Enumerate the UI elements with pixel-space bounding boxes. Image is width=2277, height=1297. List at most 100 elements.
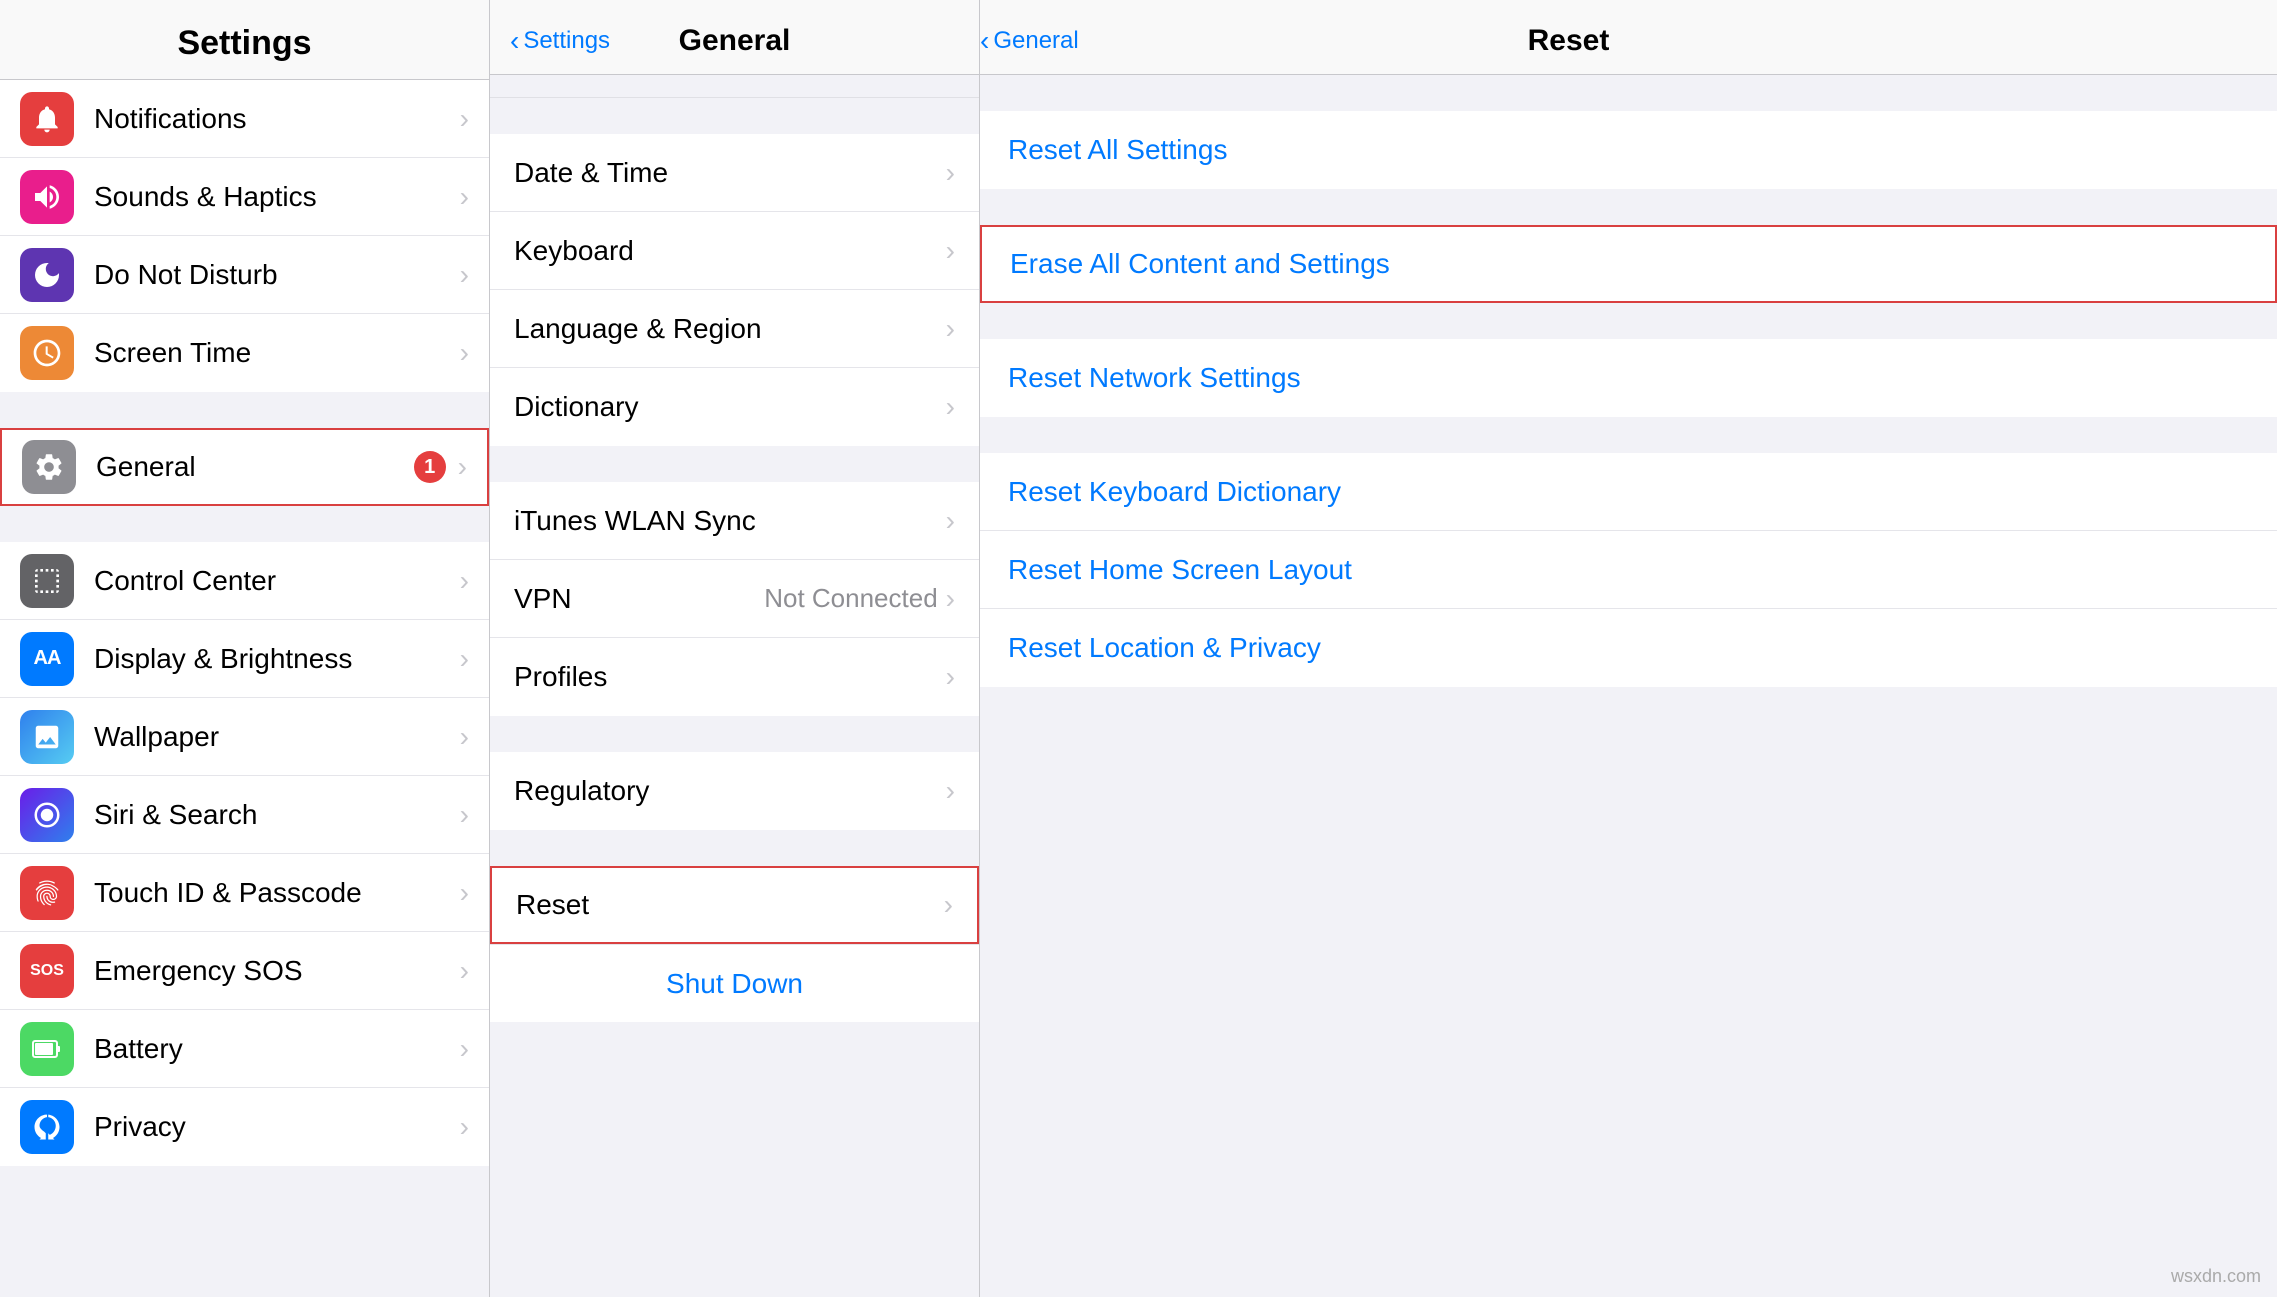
reset-item-locationprivacy[interactable]: Reset Location & Privacy <box>980 609 2277 687</box>
dictionary-label: Dictionary <box>514 391 946 423</box>
ituneswlan-chevron: › <box>946 505 955 537</box>
privacy-icon <box>20 1100 74 1154</box>
profiles-chevron: › <box>946 661 955 693</box>
dictionary-chevron: › <box>946 391 955 423</box>
general-column: ‹ Settings General Date & Time › Keyboar… <box>490 0 980 1297</box>
sep2 <box>0 506 489 542</box>
settings-item-sounds[interactable]: Sounds & Haptics › <box>0 158 489 236</box>
reset-label: Reset <box>516 889 944 921</box>
displaybrightness-chevron: › <box>460 643 469 675</box>
settings-item-screentime[interactable]: Screen Time › <box>0 314 489 392</box>
screentime-label: Screen Time <box>94 337 460 369</box>
general-group4: Reset › <box>490 866 979 944</box>
settings-item-donotdisturb[interactable]: Do Not Disturb › <box>0 236 489 314</box>
settings-item-privacy[interactable]: Privacy › <box>0 1088 489 1166</box>
general-badge: 1 <box>414 451 446 483</box>
datetime-label: Date & Time <box>514 157 946 189</box>
donotdisturb-label: Do Not Disturb <box>94 259 460 291</box>
general-item-ituneswlan[interactable]: iTunes WLAN Sync › <box>490 482 979 560</box>
general-item-vpn[interactable]: VPN Not Connected › <box>490 560 979 638</box>
reset-group4: Reset Keyboard Dictionary Reset Home Scr… <box>980 453 2277 687</box>
sep3 <box>0 1166 489 1202</box>
reset-header: ‹ General Reset <box>980 0 2277 75</box>
reset-group2: Erase All Content and Settings <box>980 225 2277 303</box>
settings-item-sirisearch[interactable]: Siri & Search › <box>0 776 489 854</box>
general-item-language[interactable]: Language & Region › <box>490 290 979 368</box>
general-item-profiles[interactable]: Profiles › <box>490 638 979 716</box>
sounds-icon <box>20 170 74 224</box>
emergencysos-chevron: › <box>460 955 469 987</box>
settings-item-displaybrightness[interactable]: AA Display & Brightness › <box>0 620 489 698</box>
settings-item-controlcenter[interactable]: Control Center › <box>0 542 489 620</box>
general-back-button[interactable]: ‹ Settings <box>510 25 610 57</box>
general-item-datetime[interactable]: Date & Time › <box>490 134 979 212</box>
controlcenter-chevron: › <box>460 565 469 597</box>
reset-item-homescreen[interactable]: Reset Home Screen Layout <box>980 531 2277 609</box>
general-group1: Date & Time › Keyboard › Language & Regi… <box>490 134 979 446</box>
settings-item-touchid[interactable]: Touch ID & Passcode › <box>0 854 489 932</box>
settings-item-battery[interactable]: Battery › <box>0 1010 489 1088</box>
general-item-keyboard[interactable]: Keyboard › <box>490 212 979 290</box>
reset-item-keyboard[interactable]: Reset Keyboard Dictionary <box>980 453 2277 531</box>
battery-chevron: › <box>460 1033 469 1065</box>
sep1 <box>0 392 489 428</box>
shutdown-item[interactable]: Shut Down <box>490 944 979 1022</box>
donotdisturb-chevron: › <box>460 259 469 291</box>
settings-group1: Notifications › Sounds & Haptics › Do No… <box>0 80 489 392</box>
reset-back-button[interactable]: ‹ General <box>980 25 1079 57</box>
battery-label: Battery <box>94 1033 460 1065</box>
general-list: Date & Time › Keyboard › Language & Regi… <box>490 75 979 1297</box>
settings-group2: General 1 › <box>0 428 489 506</box>
gen-sep2 <box>490 716 979 752</box>
controlcenter-icon <box>20 554 74 608</box>
emergencysos-icon: SOS <box>20 944 74 998</box>
general-item-regulatory[interactable]: Regulatory › <box>490 752 979 830</box>
touchid-chevron: › <box>460 877 469 909</box>
general-chevron: › <box>458 451 467 483</box>
emergencysos-label: Emergency SOS <box>94 955 460 987</box>
settings-header: Settings <box>0 0 489 80</box>
privacy-label: Privacy <box>94 1111 460 1143</box>
general-item-reset[interactable]: Reset › <box>490 866 979 944</box>
general-icon <box>22 440 76 494</box>
resetlocation-label: Reset Location & Privacy <box>1008 632 2249 664</box>
wallpaper-chevron: › <box>460 721 469 753</box>
screentime-chevron: › <box>460 337 469 369</box>
profiles-label: Profiles <box>514 661 946 693</box>
wallpaper-icon <box>20 710 74 764</box>
sirisearch-chevron: › <box>460 799 469 831</box>
general-back-label: Settings <box>523 27 610 55</box>
touchid-icon <box>20 866 74 920</box>
reset-back-chevron-icon: ‹ <box>980 25 989 57</box>
reset-sep2 <box>980 303 2277 339</box>
settings-item-wallpaper[interactable]: Wallpaper › <box>0 698 489 776</box>
general-header: ‹ Settings General <box>490 0 979 75</box>
keyboard-chevron: › <box>946 235 955 267</box>
sounds-chevron: › <box>460 181 469 213</box>
vpn-label: VPN <box>514 583 764 615</box>
donotdisturb-icon <box>20 248 74 302</box>
general-group3: Regulatory › <box>490 752 979 830</box>
reset-item-network[interactable]: Reset Network Settings <box>980 339 2277 417</box>
touchid-label: Touch ID & Passcode <box>94 877 460 909</box>
settings-item-general[interactable]: General 1 › <box>0 428 489 506</box>
language-label: Language & Region <box>514 313 946 345</box>
regulatory-label: Regulatory <box>514 775 946 807</box>
reset-item-eraseall[interactable]: Erase All Content and Settings <box>980 225 2277 303</box>
settings-item-emergencysos[interactable]: SOS Emergency SOS › <box>0 932 489 1010</box>
resetkeyboard-label: Reset Keyboard Dictionary <box>1008 476 2249 508</box>
settings-group3: Control Center › AA Display & Brightness… <box>0 542 489 1166</box>
general-label: General <box>96 451 414 483</box>
displaybrightness-label: Display & Brightness <box>94 643 460 675</box>
keyboard-label: Keyboard <box>514 235 946 267</box>
general-item-dictionary[interactable]: Dictionary › <box>490 368 979 446</box>
reset-list: Reset All Settings Erase All Content and… <box>980 75 2277 1297</box>
vpn-value: Not Connected <box>764 583 937 614</box>
reset-chevron: › <box>944 889 953 921</box>
sounds-label: Sounds & Haptics <box>94 181 460 213</box>
settings-title: Settings <box>177 24 311 63</box>
back-chevron-icon: ‹ <box>510 25 519 57</box>
settings-item-notifications[interactable]: Notifications › <box>0 80 489 158</box>
displaybrightness-icon: AA <box>20 632 74 686</box>
reset-item-allsettings[interactable]: Reset All Settings <box>980 111 2277 189</box>
